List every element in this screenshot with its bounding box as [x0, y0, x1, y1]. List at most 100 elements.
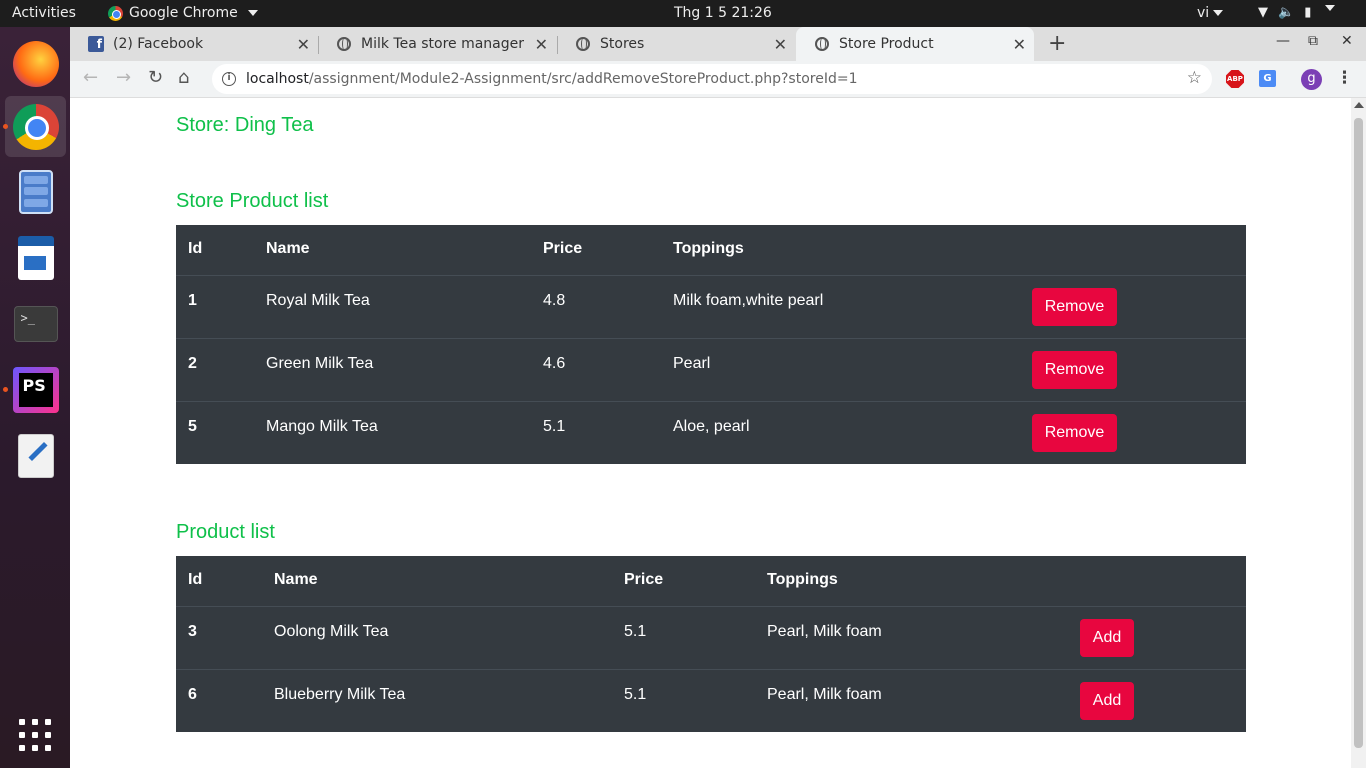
- new-tab-button[interactable]: +: [1048, 31, 1066, 56]
- close-icon[interactable]: ✕: [1013, 35, 1026, 54]
- table-header: Id Name Price Toppings: [176, 225, 1246, 275]
- cell-price: 4.8: [543, 292, 566, 309]
- dock-chrome[interactable]: [5, 96, 66, 157]
- scrollbar-thumb[interactable]: [1354, 118, 1363, 748]
- cell-id: 2: [188, 355, 197, 372]
- product-table: Id Name Price Toppings 3 Oolong Milk Tea…: [176, 556, 1246, 732]
- remove-button[interactable]: Remove: [1032, 414, 1117, 452]
- tab-title: Store Product: [839, 36, 934, 52]
- cell-id: 6: [188, 686, 197, 703]
- cell-price: 5.1: [543, 418, 566, 435]
- cell-toppings: Milk foam,white pearl: [673, 292, 824, 309]
- close-icon[interactable]: ✕: [535, 35, 548, 54]
- profile-avatar[interactable]: g: [1301, 69, 1322, 90]
- column-header-toppings: Toppings: [767, 571, 838, 588]
- translate-icon[interactable]: G: [1259, 70, 1276, 87]
- chevron-down-icon: [1325, 5, 1336, 11]
- cell-price: 5.1: [624, 623, 647, 640]
- input-language-menu[interactable]: vi: [1197, 5, 1224, 21]
- product-list-heading: Product list: [176, 521, 275, 543]
- dock: >_ PS: [0, 27, 70, 768]
- facebook-icon: f: [88, 36, 104, 52]
- chrome-icon: [108, 5, 123, 21]
- cell-toppings: Pearl, Milk foam: [767, 623, 882, 640]
- tab-store-product[interactable]: Store Product ✕: [796, 27, 1034, 61]
- add-button[interactable]: Add: [1080, 619, 1134, 657]
- system-tray[interactable]: ▼ 🔈 ▮: [1258, 5, 1336, 20]
- cell-price: 5.1: [624, 686, 647, 703]
- address-bar[interactable]: i localhost/assignment/Module2-Assignmen…: [212, 64, 1212, 94]
- dock-phpstorm[interactable]: PS: [5, 359, 66, 420]
- running-indicator: [3, 387, 8, 392]
- app-menu[interactable]: Google Chrome: [108, 5, 258, 21]
- volume-icon: 🔈: [1278, 5, 1295, 20]
- globe-icon: [814, 36, 830, 52]
- cell-price: 4.6: [543, 355, 566, 372]
- table-row: 5 Mango Milk Tea 5.1 Aloe, pearl Remove: [176, 401, 1246, 464]
- dock-files[interactable]: [5, 161, 66, 222]
- wifi-icon: ▼: [1258, 5, 1268, 20]
- scroll-up-arrow-icon[interactable]: [1354, 102, 1364, 108]
- restore-button[interactable]: ⧉: [1308, 33, 1318, 49]
- firefox-icon: [12, 40, 59, 87]
- writer-icon: [17, 235, 54, 280]
- adblock-icon[interactable]: ABP: [1226, 70, 1244, 88]
- table-row: 3 Oolong Milk Tea 5.1 Pearl, Milk foam A…: [176, 606, 1246, 669]
- close-icon[interactable]: ✕: [297, 35, 310, 54]
- tab-title: Milk Tea store manager: [361, 36, 525, 52]
- remove-button[interactable]: Remove: [1032, 288, 1117, 326]
- terminal-icon: >_: [13, 305, 58, 342]
- page-scrollbar[interactable]: [1351, 98, 1366, 768]
- input-language-label: vi: [1197, 5, 1210, 21]
- tab-milk-tea-store-manager[interactable]: Milk Tea store manager ✕: [318, 27, 556, 61]
- activities-button[interactable]: Activities: [12, 5, 76, 21]
- cell-name: Green Milk Tea: [266, 355, 374, 372]
- info-icon[interactable]: i: [222, 72, 236, 86]
- column-header-toppings: Toppings: [673, 240, 744, 257]
- home-button[interactable]: ⌂: [178, 67, 189, 88]
- phpstorm-icon: PS: [12, 366, 59, 413]
- dock-firefox[interactable]: [5, 33, 66, 94]
- files-icon: [18, 169, 53, 214]
- bookmark-star-icon[interactable]: ☆: [1187, 68, 1202, 88]
- column-header-id: Id: [188, 240, 203, 257]
- back-button[interactable]: ←: [83, 67, 98, 88]
- show-applications-icon[interactable]: [19, 719, 51, 751]
- url-host: localhost: [246, 71, 309, 87]
- text-editor-icon: [17, 433, 54, 478]
- tab-stores[interactable]: Stores ✕: [557, 27, 795, 61]
- tab-title: (2) Facebook: [113, 36, 204, 52]
- forward-button[interactable]: →: [116, 67, 131, 88]
- table-header: Id Name Price Toppings: [176, 556, 1246, 606]
- cell-name: Royal Milk Tea: [266, 292, 370, 309]
- tab-strip: f (2) Facebook ✕ Milk Tea store manager …: [70, 27, 1366, 61]
- dock-terminal[interactable]: >_: [5, 293, 66, 354]
- cell-id: 5: [188, 418, 197, 435]
- app-menu-label: Google Chrome: [129, 5, 238, 21]
- globe-icon: [575, 36, 591, 52]
- globe-icon: [336, 36, 352, 52]
- battery-icon: ▮: [1304, 5, 1312, 20]
- store-product-table: Id Name Price Toppings 1 Royal Milk Tea …: [176, 225, 1246, 464]
- close-window-button[interactable]: ✕: [1341, 33, 1353, 49]
- minimize-button[interactable]: —: [1276, 33, 1290, 49]
- tab-facebook[interactable]: f (2) Facebook ✕: [70, 27, 318, 61]
- remove-button[interactable]: Remove: [1032, 351, 1117, 389]
- reload-button[interactable]: ↻: [148, 67, 163, 88]
- more-menu-icon[interactable]: ⋮: [1336, 68, 1353, 88]
- column-header-id: Id: [188, 571, 203, 588]
- column-header-price: Price: [543, 240, 583, 257]
- cell-toppings: Aloe, pearl: [673, 418, 750, 435]
- chevron-down-icon: [247, 10, 258, 16]
- cell-id: 1: [188, 292, 197, 309]
- store-heading: Store: Ding Tea: [176, 114, 314, 136]
- dock-writer[interactable]: [5, 227, 66, 288]
- clock[interactable]: Thg 1 5 21:26: [674, 5, 772, 21]
- dock-text-editor[interactable]: [5, 425, 66, 486]
- chrome-icon: [12, 103, 59, 150]
- add-button[interactable]: Add: [1080, 682, 1134, 720]
- url-path: /assignment/Module2-Assignment/src/addRe…: [308, 71, 858, 87]
- cell-name: Mango Milk Tea: [266, 418, 378, 435]
- gnome-top-bar: Activities Google Chrome Thg 1 5 21:26 v…: [0, 0, 1366, 27]
- close-icon[interactable]: ✕: [774, 35, 787, 54]
